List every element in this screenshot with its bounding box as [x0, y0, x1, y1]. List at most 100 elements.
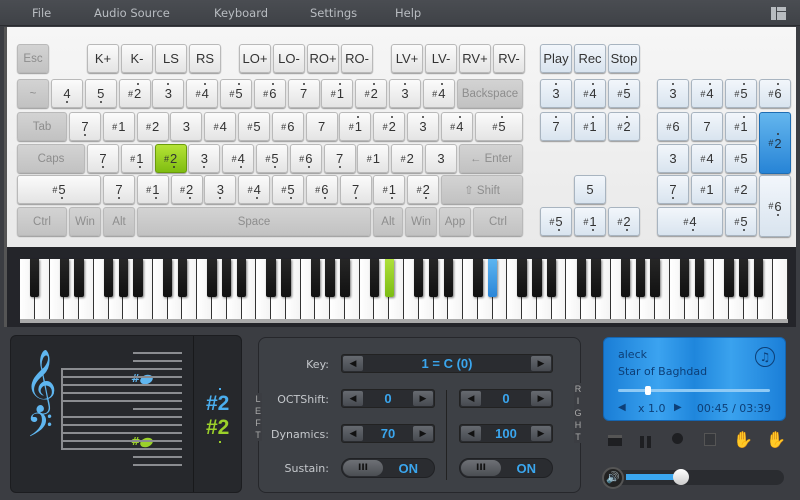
- key-ro-[interactable]: RO-: [341, 44, 373, 73]
- key-sharp2[interactable]: #2: [118, 79, 151, 108]
- key-alt[interactable]: Alt: [373, 207, 403, 236]
- key-sharp5[interactable]: #5: [272, 175, 304, 204]
- key-sharp5[interactable]: #5: [725, 79, 757, 108]
- menu-file[interactable]: File: [32, 6, 51, 20]
- key-3[interactable]: 3: [389, 79, 421, 108]
- piano-black-key[interactable]: [546, 259, 557, 297]
- key-sharp5[interactable]: #5: [220, 79, 252, 108]
- key-7[interactable]: 7: [540, 112, 572, 141]
- key-sharp2[interactable]: #2: [136, 112, 169, 141]
- key-win[interactable]: Win: [69, 207, 101, 236]
- key-sharp1[interactable]: #1: [321, 79, 354, 108]
- piano-black-key-active-left[interactable]: [384, 259, 394, 297]
- key-next-button[interactable]: ▶: [531, 356, 551, 371]
- left-octshift-dec-button[interactable]: ◀: [343, 391, 363, 406]
- key-sharp4[interactable]: #4: [574, 79, 606, 108]
- key-sharp6[interactable]: #6: [271, 112, 304, 141]
- key-ctrl[interactable]: Ctrl: [17, 207, 67, 236]
- key-7[interactable]: 7: [323, 144, 356, 173]
- piano-black-key[interactable]: [620, 259, 631, 297]
- key-lv+[interactable]: LV+: [391, 44, 423, 73]
- key-sharp5[interactable]: #5: [725, 207, 757, 236]
- key-sharp4[interactable]: #4: [440, 112, 473, 141]
- key-k-[interactable]: K-: [121, 44, 153, 73]
- piano-black-key[interactable]: [738, 259, 749, 297]
- key-alt[interactable]: Alt: [103, 207, 135, 236]
- key-sharp1[interactable]: #1: [725, 112, 757, 141]
- key-7[interactable]: 7: [339, 175, 372, 204]
- save-icon[interactable]: [704, 433, 720, 447]
- key-lo-[interactable]: LO-: [273, 44, 305, 73]
- key-sharp1[interactable]: #1: [574, 207, 606, 236]
- key-enter[interactable]: ← Enter: [459, 144, 523, 173]
- menu-help[interactable]: Help: [395, 6, 421, 20]
- key-sharp6[interactable]: #6: [289, 144, 322, 173]
- piano-black-key[interactable]: [532, 259, 542, 297]
- key-sharp6[interactable]: #6: [305, 175, 338, 204]
- key-sharp4[interactable]: #4: [691, 79, 723, 108]
- key-caps[interactable]: Caps: [17, 144, 85, 173]
- key-3[interactable]: 3: [407, 112, 439, 141]
- key-sharp1[interactable]: #1: [136, 175, 169, 204]
- left-hand-icon[interactable]: ✋: [733, 432, 753, 448]
- key-3[interactable]: 3: [657, 79, 689, 108]
- volume-slider[interactable]: 🔊: [602, 467, 784, 489]
- piano-white-key[interactable]: [773, 259, 788, 319]
- key-lo+[interactable]: LO+: [239, 44, 271, 73]
- key-3[interactable]: 3: [170, 112, 203, 141]
- key-sharp4[interactable]: #4: [238, 175, 271, 204]
- key-sharp1[interactable]: #1: [339, 112, 372, 141]
- right-octshift-inc-button[interactable]: ▶: [531, 391, 551, 406]
- key-rv+[interactable]: RV+: [459, 44, 491, 73]
- piano-black-key[interactable]: [266, 259, 276, 297]
- piano-black-key[interactable]: [473, 259, 483, 297]
- key-backspace[interactable]: Backspace: [457, 79, 523, 108]
- key-sharp6[interactable]: #6: [253, 79, 286, 108]
- key-shift[interactable]: ⇧ Shift: [441, 175, 523, 204]
- piano-black-key[interactable]: [369, 259, 380, 297]
- key-sharp2[interactable]: #2: [391, 144, 424, 173]
- key-k+[interactable]: K+: [87, 44, 119, 73]
- pause-icon[interactable]: [640, 433, 656, 448]
- right-hand-icon[interactable]: ✋: [766, 432, 786, 448]
- music-note-icon[interactable]: ♫: [755, 347, 775, 367]
- piano-black-key[interactable]: [74, 259, 84, 297]
- key-sharp6[interactable]: #6: [657, 112, 689, 141]
- piano-black-key[interactable]: [133, 259, 143, 297]
- menu-settings[interactable]: Settings: [310, 6, 357, 20]
- key-ctrl[interactable]: Ctrl: [473, 207, 523, 236]
- key-[interactable]: ~: [17, 79, 49, 108]
- piano-black-key[interactable]: [576, 259, 586, 297]
- key-sharp6[interactable]: #6: [759, 79, 791, 108]
- key-esc[interactable]: Esc: [17, 44, 49, 73]
- key-sharp2[interactable]: #2: [373, 112, 406, 141]
- piano-black-key[interactable]: [591, 259, 601, 297]
- key-sharp1[interactable]: #1: [357, 144, 390, 173]
- piano-black-key[interactable]: [635, 259, 646, 297]
- piano-black-key[interactable]: [281, 259, 291, 297]
- key-3[interactable]: 3: [657, 144, 689, 173]
- right-octshift-stepper[interactable]: ◀ 0 ▶: [459, 389, 553, 408]
- speed-down-button[interactable]: ◀: [618, 402, 626, 413]
- key-sharp4[interactable]: #4: [204, 112, 237, 141]
- key-sharp6[interactable]: #6: [759, 175, 791, 237]
- left-octshift-stepper[interactable]: ◀ 0 ▶: [341, 389, 435, 408]
- key-rec[interactable]: Rec: [574, 44, 606, 73]
- piano-black-key[interactable]: [103, 259, 114, 297]
- piano-black-key[interactable]: [724, 259, 734, 297]
- piano-black-key[interactable]: [679, 259, 690, 297]
- key-sharp1[interactable]: #1: [574, 112, 606, 141]
- key-7[interactable]: 7: [657, 175, 689, 204]
- key-7[interactable]: 7: [287, 79, 320, 108]
- piano-black-key[interactable]: [414, 259, 424, 297]
- key-sharp1[interactable]: #1: [120, 144, 153, 173]
- key-4[interactable]: 4: [51, 79, 83, 108]
- left-dynamics-stepper[interactable]: ◀ 70 ▶: [341, 424, 435, 443]
- key-sharp5[interactable]: #5: [256, 144, 288, 173]
- piano-black-key[interactable]: [30, 259, 40, 297]
- key-7[interactable]: 7: [305, 112, 338, 141]
- key-sharp1[interactable]: #1: [102, 112, 135, 141]
- key-sharp2[interactable]: #2: [608, 207, 640, 236]
- key-3[interactable]: 3: [540, 79, 572, 108]
- key-sharp5[interactable]: #5: [17, 175, 101, 204]
